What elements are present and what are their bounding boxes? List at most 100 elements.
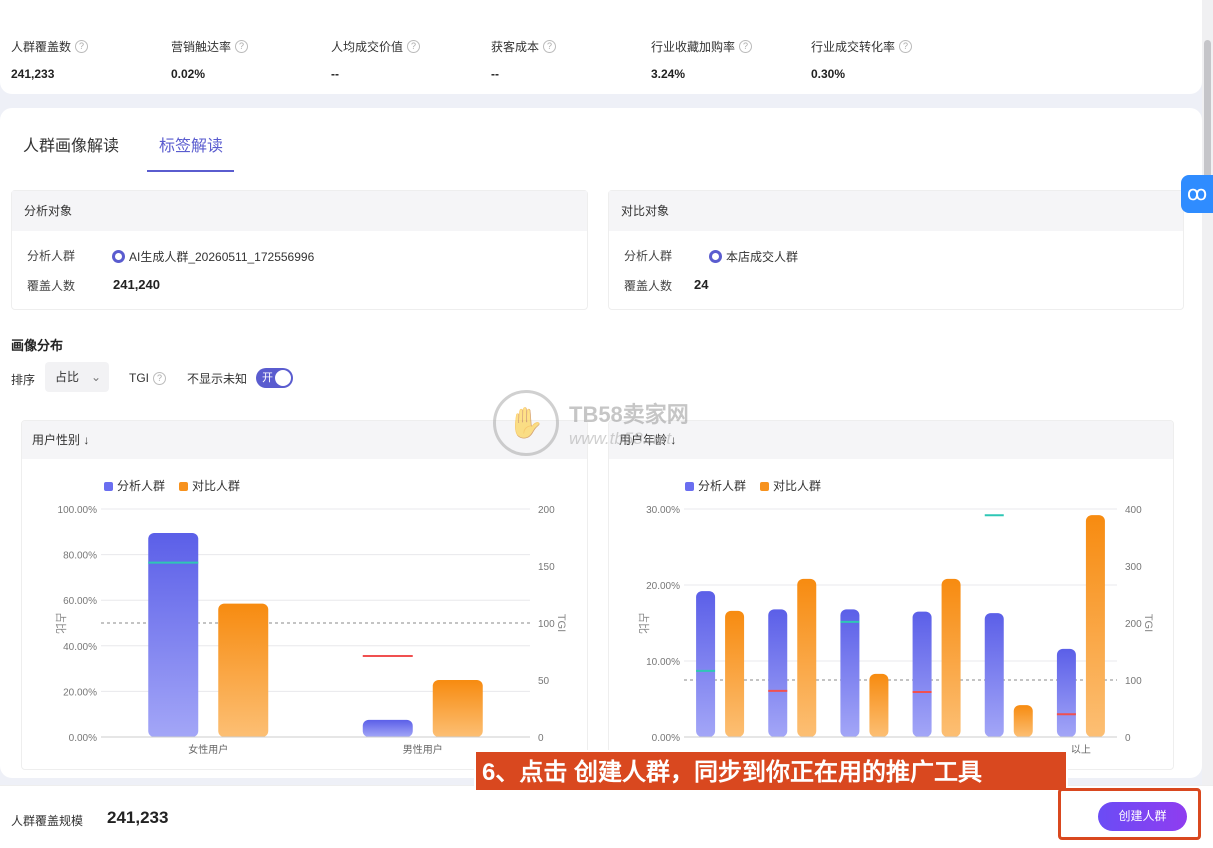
scrollbar-thumb[interactable]: [1204, 40, 1211, 180]
bar-analysis: [1056, 648, 1076, 737]
toggle-label: 开: [262, 372, 273, 384]
y2-tick-label: 0: [538, 733, 544, 744]
active-tab-indicator: [147, 170, 234, 172]
watermark-url: www.tb58.net: [569, 429, 672, 448]
y-tick-label: 20.00%: [63, 687, 97, 698]
help-icon[interactable]: ?: [899, 40, 913, 53]
bar-analysis: [840, 609, 860, 737]
radio-selected-icon[interactable]: [709, 250, 722, 263]
bar-compare: [869, 673, 889, 737]
y2-axis-label: TGI: [1142, 614, 1154, 632]
chevron-down-icon: ⌄: [90, 370, 101, 384]
tab-crowd-portrait[interactable]: 人群画像解读: [23, 132, 119, 156]
distribution-title: 画像分布: [11, 338, 64, 353]
bar-analysis: [984, 613, 1004, 737]
y2-tick-label: 200: [538, 505, 555, 516]
bottom-bar: [0, 785, 1213, 848]
metric-label: 行业收藏加购率: [651, 40, 736, 54]
y2-tick-label: 0: [1125, 733, 1131, 744]
bar-analysis: [912, 611, 932, 737]
compare-cover-label: 覆盖人数: [624, 279, 673, 293]
watermark-title: TB58卖家网: [569, 402, 689, 427]
metric-value: --: [331, 67, 339, 81]
metric-label: 行业成交转化率: [811, 40, 896, 54]
metric-avg-value: 人均成交价值? --: [331, 38, 421, 81]
y2-tick-label: 200: [1125, 619, 1142, 630]
metric-label: 人群覆盖数: [11, 40, 72, 54]
coverage-scale-label: 人群覆盖规模: [11, 814, 84, 828]
analysis-cover-label: 覆盖人数: [27, 279, 76, 293]
tgi-label: TGI?: [129, 371, 166, 385]
bar-compare: [218, 603, 269, 737]
compare-group-label: 分析人群: [624, 249, 673, 263]
metrics-panel: 人群覆盖数? 241,233 营销触达率? 0.02% 人均成交价值? -- 获…: [0, 0, 1202, 94]
metric-reach-rate: 营销触达率? 0.02%: [171, 38, 249, 81]
y2-tick-label: 100: [538, 619, 555, 630]
analysis-group-option[interactable]: AI生成人群_20260511_172556996: [112, 248, 314, 265]
sort-select[interactable]: 占比 ⌄: [45, 362, 109, 392]
x-tick-label: 男性用户: [403, 743, 443, 756]
analysis-target-title: 分析对象: [12, 191, 587, 231]
age-chart: 0.00% 10.00% 20.00% 30.00% 0 100 200 300 400 占比 TG…: [637, 505, 1154, 756]
y-tick-label: 100.00%: [58, 505, 98, 516]
metric-conversion-rate: 行业成交转化率? 0.30%: [811, 38, 913, 81]
bar-compare: [1013, 705, 1033, 737]
toggle-knob: [275, 370, 291, 386]
help-icon[interactable]: ?: [407, 40, 421, 53]
y-tick-label: 40.00%: [63, 642, 97, 653]
metric-label: 营销触达率: [171, 40, 232, 54]
y2-tick-label: 300: [1125, 562, 1142, 573]
hide-unknown-toggle[interactable]: 开: [256, 368, 293, 388]
gender-chart: 0.00% 20.00% 40.00% 60.00% 80.00% 100.00% 0 50 1…: [54, 505, 567, 756]
help-icon[interactable]: ?: [235, 40, 249, 53]
help-icon[interactable]: ?: [543, 40, 557, 53]
bar-compare: [941, 578, 961, 737]
metric-value: 0.02%: [171, 67, 206, 81]
compare-target-box: 对比对象: [608, 190, 1184, 310]
y-axis-label: 占比: [637, 612, 651, 634]
help-icon[interactable]: ?: [75, 40, 89, 53]
age-chart-card: 用户年龄 ↓ 分析人群 对比人群 0.00% 10.00% 20.00% 30.00%…: [608, 420, 1174, 770]
y-tick-label: 0.00%: [652, 733, 680, 744]
watermark-hand-icon: ✋: [493, 390, 559, 456]
tab-tag-interpretation[interactable]: 标签解读: [159, 132, 223, 156]
bar-compare: [432, 680, 483, 737]
y-tick-label: 20.00%: [646, 581, 680, 592]
tgi-text: TGI: [129, 371, 149, 385]
bar-analysis: [362, 719, 413, 737]
sort-label: 排序: [11, 373, 36, 387]
metric-value: 3.24%: [651, 67, 686, 81]
bar-compare: [1085, 515, 1105, 737]
instruction-banner: 6、点击 创建人群，同步到你正在用的推广工具: [474, 750, 1068, 792]
help-icon[interactable]: ?: [739, 40, 753, 53]
y2-tick-label: 100: [1125, 676, 1142, 687]
y2-tick-label: 50: [538, 676, 550, 687]
y-tick-label: 10.00%: [646, 657, 680, 668]
create-crowd-button[interactable]: 创建人群: [1098, 802, 1187, 831]
metric-label: 获客成本: [491, 40, 540, 54]
analysis-group-label: 分析人群: [27, 249, 76, 263]
compare-group-value: 本店成交人群: [726, 250, 799, 264]
age-chart-title[interactable]: 用户年龄 ↓: [609, 421, 1173, 459]
watermark: ✋ TB58卖家网 www.tb58.net: [493, 390, 689, 456]
floating-assistant-icon[interactable]: ꝏ: [1181, 175, 1213, 213]
y-tick-label: 30.00%: [646, 505, 680, 516]
bar-analysis: [768, 609, 788, 737]
coverage-scale-value: 241,233: [107, 808, 169, 827]
metric-acquisition-cost: 获客成本? --: [491, 38, 557, 81]
x-tick-label: 女性用户: [188, 743, 228, 756]
y-tick-label: 80.00%: [63, 551, 97, 562]
compare-cover-value: 24: [694, 277, 709, 292]
help-icon[interactable]: ?: [153, 371, 166, 385]
bar-compare: [725, 610, 745, 737]
y2-tick-label: 150: [538, 562, 555, 573]
y2-tick-label: 400: [1125, 505, 1142, 516]
metric-label: 人均成交价值: [331, 40, 404, 54]
y2-axis-label: TGI: [555, 614, 567, 632]
radio-selected-icon[interactable]: [112, 250, 125, 263]
compare-group-option[interactable]: 本店成交人群: [709, 248, 798, 265]
metric-fav-cart-rate: 行业收藏加购率? 3.24%: [651, 38, 753, 81]
hide-unknown-label: 不显示未知: [187, 372, 248, 386]
sort-select-value: 占比: [55, 370, 80, 384]
compare-target-title: 对比对象: [609, 191, 1183, 231]
